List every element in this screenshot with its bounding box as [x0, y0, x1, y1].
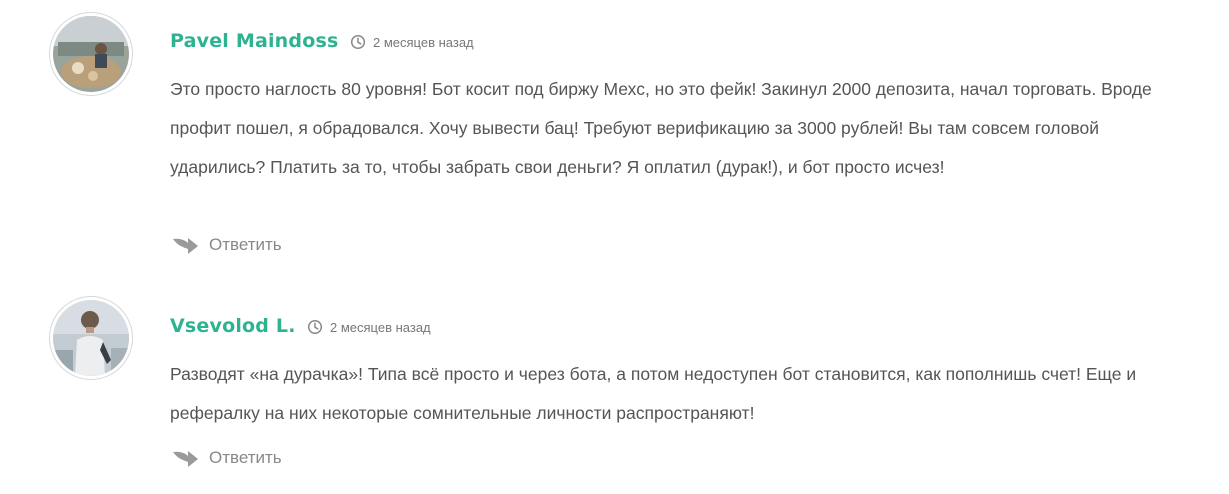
reply-arrow-icon	[173, 451, 198, 467]
reply-button[interactable]: Ответить	[172, 235, 282, 255]
comment-author[interactable]: Vsevolod L.	[170, 315, 296, 337]
comment-meta: 2 месяцев назад	[307, 319, 431, 335]
comment-time: 2 месяцев назад	[373, 34, 474, 50]
comment-time: 2 месяцев назад	[330, 319, 431, 335]
avatar[interactable]	[49, 12, 133, 96]
clock-icon	[350, 34, 366, 50]
comment-meta: 2 месяцев назад	[350, 34, 474, 50]
comment-text: Разводят «на дурачка»! Типа всё просто и…	[170, 364, 1137, 423]
clock-icon	[307, 319, 323, 335]
reply-button[interactable]: Ответить	[172, 448, 282, 468]
avatar-photo	[53, 16, 129, 92]
avatar[interactable]	[49, 296, 133, 380]
comment-author[interactable]: Pavel Maindoss	[170, 30, 338, 52]
avatar-photo	[53, 300, 129, 376]
reply-label: Ответить	[209, 448, 282, 467]
comment-text: Это просто наглость 80 уровня! Бот косит…	[170, 79, 1152, 177]
reply-label: Ответить	[209, 235, 282, 254]
reply-arrow-icon	[173, 238, 198, 254]
